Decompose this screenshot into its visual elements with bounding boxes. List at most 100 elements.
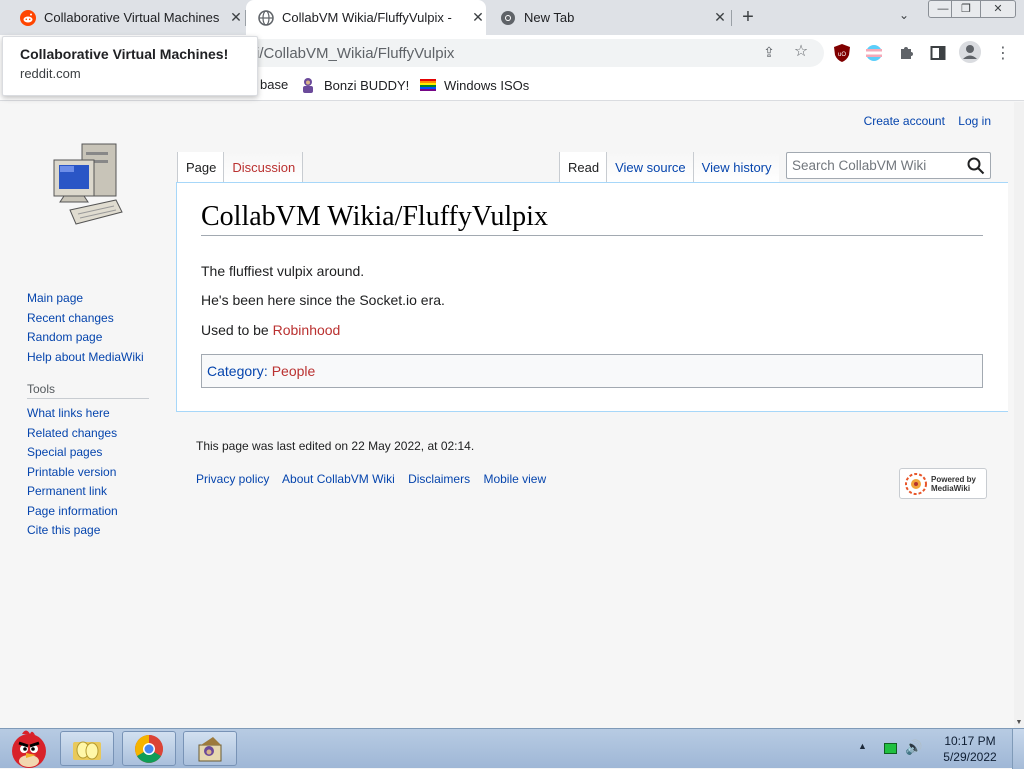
globe-icon — [258, 9, 274, 26]
tab-view-history[interactable]: View history — [692, 152, 779, 182]
sidebar-tools: What links here Related changes Special … — [27, 404, 118, 541]
log-in-link[interactable]: Log in — [958, 114, 991, 128]
new-tab-button[interactable]: + — [736, 6, 760, 30]
share-icon[interactable]: ⇪ — [760, 44, 778, 62]
close-icon[interactable]: ✕ — [712, 9, 728, 26]
sidebar-item-random-page[interactable]: Random page — [27, 328, 144, 348]
tab-discussion[interactable]: Discussion — [223, 152, 304, 182]
tab-separator — [731, 10, 732, 26]
sidebar-item-permanent-link[interactable]: Permanent link — [27, 482, 118, 502]
clock-date: 5/29/2022 — [943, 750, 997, 764]
side-panel-icon[interactable] — [929, 44, 947, 62]
ublock-icon[interactable]: uO — [833, 44, 851, 62]
rainbow-flag-icon — [420, 79, 436, 91]
browser-tab-active[interactable]: CollabVM Wikia/FluffyVulpix - ✕ — [246, 0, 486, 35]
disclaimers-link[interactable]: Disclaimers — [408, 472, 470, 486]
tab-read[interactable]: Read — [559, 152, 607, 182]
search-box — [786, 152, 991, 179]
bookmark-label: Bonzi BUDDY! — [324, 77, 410, 93]
last-modified-text: This page was last edited on 22 May 2022… — [196, 439, 475, 453]
main-content: CollabVM Wikia/FluffyVulpix The fluffies… — [176, 182, 1008, 412]
clock-time: 10:17 PM — [944, 734, 996, 748]
tab-page[interactable]: Page — [177, 152, 224, 182]
computer-logo-icon[interactable] — [50, 140, 126, 226]
mediawiki-flower-icon — [905, 472, 927, 495]
sidebar-item-recent-changes[interactable]: Recent changes — [27, 309, 144, 329]
bookmark-label: Windows ISOs — [444, 77, 530, 93]
show-hidden-icons-icon[interactable]: ▲ — [858, 741, 867, 751]
start-button-angry-bird-icon[interactable] — [4, 725, 54, 769]
sidebar-navigation: Main page Recent changes Random page Hel… — [27, 289, 144, 367]
search-input[interactable] — [792, 158, 962, 173]
sidebar-item-help[interactable]: Help about MediaWiki — [27, 348, 144, 368]
show-desktop-button[interactable] — [1012, 729, 1024, 769]
wiki-page: Create account Log in Page Discussion Re… — [0, 102, 1014, 728]
paragraph: He's been here since the Socket.io era. — [201, 292, 445, 308]
windows-taskbar: ▲ 🔊 10:17 PM 5/29/2022 — [0, 725, 1024, 769]
powered-by-mediawiki-badge[interactable]: Powered by MediaWiki — [899, 468, 987, 499]
bookmark-star-icon[interactable]: ☆ — [792, 43, 810, 61]
browser-tab-strip: Collaborative Virtual Machines ✕ CollabV… — [0, 0, 1024, 35]
sidebar-item-main-page[interactable]: Main page — [27, 289, 144, 309]
maximize-button[interactable]: ❐ — [951, 0, 981, 18]
sidebar-item-special-pages[interactable]: Special pages — [27, 443, 118, 463]
reddit-icon — [20, 9, 36, 26]
chrome-icon — [501, 10, 515, 25]
tooltip-url: reddit.com — [20, 66, 81, 81]
bonzi-app-icon — [198, 736, 222, 761]
taskbar-bonzi[interactable] — [183, 731, 237, 766]
tools-heading: Tools — [27, 382, 149, 399]
bookmark-bonzi-buddy[interactable]: Bonzi BUDDY! — [300, 77, 409, 93]
sidebar-item-related-changes[interactable]: Related changes — [27, 424, 118, 444]
address-text[interactable]: i/CollabVM_Wikia/FluffyVulpix — [256, 45, 454, 62]
close-icon[interactable]: ✕ — [470, 9, 486, 26]
mediawiki-line: MediaWiki — [931, 483, 971, 493]
tab-hover-tooltip: Collaborative Virtual Machines! reddit.c… — [2, 36, 258, 96]
bookmark-windows-isos[interactable]: Windows ISOs — [420, 77, 529, 93]
chrome-icon — [135, 734, 163, 763]
tab-title: New Tab — [524, 10, 575, 25]
category-links: Category: People — [201, 354, 983, 388]
create-account-link[interactable]: Create account — [864, 114, 945, 128]
bookmark-item[interactable]: base — [260, 77, 288, 92]
powered-by-line: Powered by — [931, 474, 976, 484]
page-scrollbar[interactable]: ▼ — [1014, 102, 1024, 728]
trans-flag-extension-icon[interactable] — [865, 44, 883, 62]
sidebar-item-cite-this-page[interactable]: Cite this page — [27, 521, 118, 541]
kebab-menu-icon[interactable]: ⋮ — [994, 44, 1012, 62]
scroll-down-arrow-icon[interactable]: ▼ — [1014, 719, 1024, 726]
mobile-view-link[interactable]: Mobile view — [483, 472, 546, 486]
paragraph: Used to be Robinhood — [201, 322, 340, 338]
category-label-link[interactable]: Category: — [207, 363, 268, 379]
search-icon[interactable] — [967, 157, 985, 175]
taskbar-explorer[interactable] — [60, 731, 114, 766]
window-close-button[interactable]: ✕ — [980, 0, 1016, 18]
paragraph-text: Used to be — [201, 322, 273, 338]
folder-eggs-icon — [73, 741, 101, 760]
browser-tab-new[interactable]: New Tab ✕ — [488, 0, 728, 35]
footer-links: Privacy policy About CollabVM Wiki Discl… — [196, 472, 556, 486]
profile-avatar-icon[interactable] — [959, 41, 981, 63]
sidebar-item-what-links-here[interactable]: What links here — [27, 404, 118, 424]
bonzi-icon — [303, 78, 313, 93]
view-tabs: Read View source View history — [559, 152, 779, 182]
about-link[interactable]: About CollabVM Wiki — [282, 472, 395, 486]
privacy-policy-link[interactable]: Privacy policy — [196, 472, 269, 486]
svg-text:uO: uO — [838, 52, 846, 58]
sidebar-item-page-information[interactable]: Page information — [27, 502, 118, 522]
browser-tab-reddit[interactable]: Collaborative Virtual Machines ✕ — [12, 0, 244, 35]
close-icon[interactable]: ✕ — [228, 9, 244, 26]
system-clock[interactable]: 10:17 PM 5/29/2022 — [935, 733, 1005, 765]
bookmark-label: base — [260, 77, 289, 92]
namespace-tabs: Page Discussion — [177, 152, 304, 182]
tab-view-source[interactable]: View source — [606, 152, 693, 182]
taskbar-chrome[interactable] — [122, 731, 176, 766]
volume-icon[interactable]: 🔊 — [905, 739, 922, 756]
robinhood-link[interactable]: Robinhood — [273, 322, 341, 338]
network-icon[interactable] — [884, 743, 897, 754]
personal-tools: Create account Log in — [854, 114, 991, 128]
category-people-link[interactable]: People — [272, 363, 316, 379]
extensions-puzzle-icon[interactable] — [897, 44, 915, 62]
chevron-down-icon[interactable]: ⌄ — [894, 8, 914, 28]
sidebar-item-printable-version[interactable]: Printable version — [27, 463, 118, 483]
